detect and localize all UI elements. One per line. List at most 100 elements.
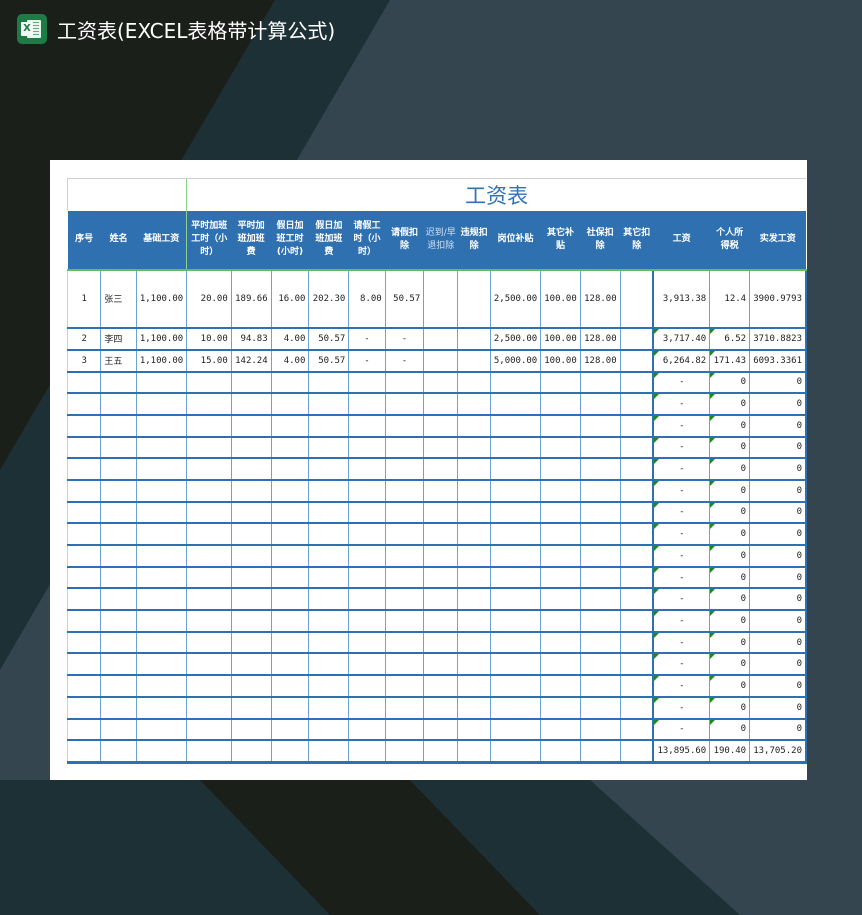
table-cell[interactable]: 10.00: [186, 327, 232, 351]
table-cell[interactable]: 6.52: [709, 327, 751, 351]
table-cell[interactable]: [348, 631, 386, 655]
table-cell[interactable]: [490, 718, 542, 742]
table-cell[interactable]: [580, 545, 621, 568]
table-cell[interactable]: [66, 501, 102, 525]
table-cell[interactable]: [490, 371, 542, 395]
table-cell[interactable]: [580, 653, 621, 677]
table-cell[interactable]: [271, 436, 310, 460]
table-cell[interactable]: [100, 523, 137, 546]
table-cell[interactable]: [271, 718, 310, 742]
table-cell[interactable]: [271, 566, 310, 590]
table-cell[interactable]: [620, 545, 654, 568]
table-cell[interactable]: [308, 740, 350, 764]
table-cell[interactable]: 1,100.00: [136, 349, 188, 373]
column-header[interactable]: 姓名: [100, 210, 137, 271]
table-cell[interactable]: -: [652, 545, 711, 568]
table-cell[interactable]: [308, 458, 350, 481]
table-cell[interactable]: [490, 479, 542, 503]
table-cell[interactable]: [385, 588, 425, 612]
table-cell[interactable]: 94.83: [231, 327, 272, 351]
table-cell[interactable]: [490, 653, 542, 677]
column-header[interactable]: 社保扣除: [580, 210, 621, 271]
column-header[interactable]: 平时加班工时（小时）: [186, 210, 232, 271]
table-cell[interactable]: [540, 718, 581, 742]
table-cell[interactable]: 0: [709, 393, 751, 416]
table-cell[interactable]: [348, 675, 386, 698]
table-cell[interactable]: 128.00: [580, 327, 621, 351]
table-cell[interactable]: [231, 393, 272, 416]
table-cell[interactable]: [385, 631, 425, 655]
table-cell[interactable]: [423, 545, 459, 568]
table-cell[interactable]: [580, 523, 621, 546]
table-cell[interactable]: [540, 566, 581, 590]
table-cell[interactable]: [66, 523, 102, 546]
table-cell[interactable]: 3,717.40: [652, 327, 711, 351]
table-cell[interactable]: [457, 414, 491, 438]
table-cell[interactable]: -: [652, 718, 711, 742]
table-cell[interactable]: 128.00: [580, 349, 621, 373]
table-cell[interactable]: [136, 479, 188, 503]
table-cell[interactable]: 0: [749, 718, 808, 742]
table-cell[interactable]: [620, 718, 654, 742]
table-cell[interactable]: [580, 393, 621, 416]
table-cell[interactable]: [348, 696, 386, 720]
table-cell[interactable]: [308, 566, 350, 590]
table-cell[interactable]: [385, 501, 425, 525]
column-header[interactable]: 实发工资: [749, 210, 806, 271]
table-cell[interactable]: 0: [709, 436, 751, 460]
table-cell[interactable]: 0: [709, 414, 751, 438]
table-cell[interactable]: [100, 718, 137, 742]
table-cell[interactable]: [66, 458, 102, 481]
table-cell[interactable]: -: [348, 327, 386, 351]
table-cell[interactable]: [66, 371, 102, 395]
table-cell[interactable]: 4.00: [271, 327, 310, 351]
table-cell[interactable]: 0: [749, 479, 808, 503]
table-cell[interactable]: [271, 545, 310, 568]
column-header[interactable]: 基础工资: [136, 210, 187, 271]
table-cell[interactable]: -: [652, 653, 711, 677]
table-cell[interactable]: [186, 675, 232, 698]
table-cell[interactable]: [100, 696, 137, 720]
table-cell[interactable]: 0: [709, 631, 751, 655]
table-cell[interactable]: 0: [709, 523, 751, 546]
table-cell[interactable]: [423, 696, 459, 720]
table-cell[interactable]: [136, 436, 188, 460]
table-cell[interactable]: [308, 675, 350, 698]
table-cell[interactable]: 0: [749, 610, 808, 633]
table-cell[interactable]: [186, 588, 232, 612]
table-cell[interactable]: [136, 501, 188, 525]
table-cell[interactable]: [540, 631, 581, 655]
table-cell[interactable]: 2: [66, 327, 102, 351]
table-cell[interactable]: [66, 588, 102, 612]
table-cell[interactable]: 3: [66, 349, 102, 373]
table-cell[interactable]: [271, 371, 310, 395]
table-cell[interactable]: 0: [749, 631, 808, 655]
table-cell[interactable]: [231, 740, 272, 764]
table-cell[interactable]: [423, 610, 459, 633]
table-cell[interactable]: [385, 696, 425, 720]
table-cell[interactable]: [136, 458, 188, 481]
total-cell[interactable]: 190.40: [709, 740, 751, 764]
column-header[interactable]: 平时加班加班费: [231, 210, 272, 271]
table-cell[interactable]: [620, 458, 654, 481]
table-cell[interactable]: 0: [709, 696, 751, 720]
table-cell[interactable]: -: [652, 610, 711, 633]
table-cell[interactable]: 202.30: [308, 269, 350, 329]
table-cell[interactable]: [620, 501, 654, 525]
table-cell[interactable]: -: [652, 436, 711, 460]
table-cell[interactable]: -: [652, 631, 711, 655]
table-cell[interactable]: 3,913.38: [652, 269, 711, 329]
table-cell[interactable]: -: [652, 393, 711, 416]
table-cell[interactable]: [348, 588, 386, 612]
table-cell[interactable]: [271, 458, 310, 481]
table-cell[interactable]: 0: [749, 371, 808, 395]
table-cell[interactable]: 0: [709, 501, 751, 525]
table-cell[interactable]: 0: [749, 414, 808, 438]
table-cell[interactable]: [66, 696, 102, 720]
table-cell[interactable]: 0: [749, 523, 808, 546]
table-cell[interactable]: [186, 718, 232, 742]
table-cell[interactable]: 0: [709, 610, 751, 633]
table-cell[interactable]: [385, 371, 425, 395]
table-cell[interactable]: [423, 479, 459, 503]
table-cell[interactable]: [308, 545, 350, 568]
